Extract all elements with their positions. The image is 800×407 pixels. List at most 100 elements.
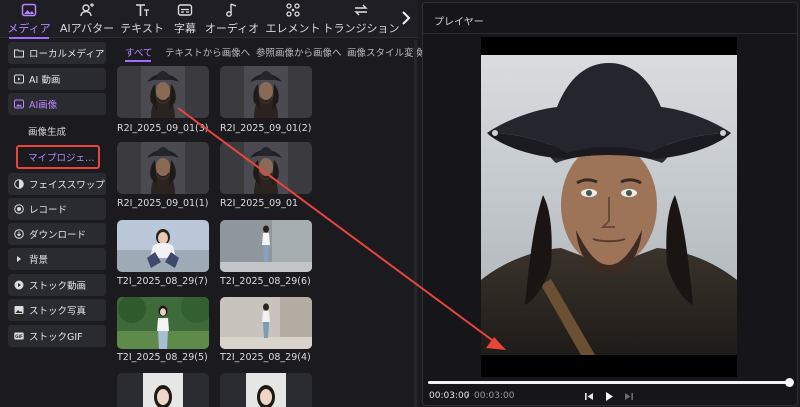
subtab-style-transfer[interactable]: 画像スタイル変換 (347, 45, 423, 59)
girl-image (117, 373, 209, 407)
media-scrollbar[interactable] (414, 40, 417, 407)
pirate-preview-image (481, 55, 737, 355)
sidebar-item-ai-image[interactable]: AI画像 (8, 93, 106, 115)
media-caption: R2I_2025_09_01(3) (117, 123, 209, 134)
sidebar-item-record[interactable]: レコード (8, 198, 106, 220)
media-caption: R2I_2025_09_01 (220, 198, 299, 209)
media-caption: T2I_2025_08_29(5) (117, 352, 208, 363)
tab-element-label: エレメント (265, 22, 321, 35)
media-caption: T2I_2025_08_29(7) (117, 276, 208, 287)
divider (423, 33, 797, 34)
tab-transition-label: トランジション (322, 22, 400, 35)
sidebar-subitem-label: マイプロジェ… (28, 153, 95, 164)
media-caption: R2I_2025_09_01(2) (220, 123, 312, 134)
tab-media-label: メディア (7, 22, 51, 35)
sidebar-subitem-my-project[interactable]: マイプロジェ… (16, 145, 100, 169)
media-icon (21, 3, 37, 17)
pirate-image (117, 66, 209, 118)
girl-image (220, 220, 312, 272)
text-icon (136, 4, 149, 16)
sidebar-item-stock-photo[interactable]: ストック写真 (8, 299, 106, 321)
sidebar-item-label: AI 動画 (29, 75, 61, 86)
tab-caption-label: 字幕 (174, 22, 196, 35)
media-thumbnail[interactable] (117, 297, 209, 349)
avatar-icon (80, 3, 94, 17)
face-swap-icon (14, 179, 24, 189)
tab-audio-label: オーディオ (204, 22, 260, 35)
step-back-icon[interactable] (584, 391, 594, 402)
sidebar-item-label: 背景 (29, 255, 49, 266)
step-forward-icon[interactable] (624, 391, 634, 402)
media-caption: T2I_2025_08_29(4) (220, 352, 311, 363)
tab-ai-avatar-label: AIアバター (59, 22, 115, 35)
sidebar-item-label: ローカルメディア (29, 49, 105, 60)
tab-transition[interactable]: トランジション (323, 2, 400, 36)
top-toolbar: メディア AIアバター テキスト 字幕 オーディオ エレメント トランジション (0, 0, 418, 39)
tab-text[interactable]: テキスト (120, 2, 164, 36)
caption-icon (177, 4, 193, 16)
total-time: 00:03:00 (474, 391, 515, 401)
record-icon (14, 204, 24, 214)
sidebar-item-label: ストック写真 (29, 306, 87, 317)
transition-icon (354, 4, 368, 16)
girl-image (220, 297, 312, 349)
sidebar-item-background[interactable]: 背景 (8, 248, 106, 270)
media-thumbnail[interactable] (117, 373, 209, 407)
tab-text-label: テキスト (120, 22, 164, 35)
media-thumbnail[interactable] (117, 142, 209, 194)
media-thumbnail[interactable] (117, 66, 209, 118)
media-thumbnail[interactable] (220, 220, 312, 272)
sidebar-item-ai-video[interactable]: AI 動画 (8, 68, 106, 90)
girl-image (117, 220, 209, 272)
sidebar-item-download[interactable]: ダウンロード (8, 223, 106, 245)
tab-media[interactable]: メディア (6, 2, 52, 39)
media-caption: R2I_2025_09_01(1) (117, 198, 209, 209)
tab-audio[interactable]: オーディオ (204, 2, 260, 36)
pirate-image (220, 142, 312, 194)
gif-icon: GIF (14, 332, 24, 340)
play-icon[interactable] (604, 391, 614, 402)
sidebar-item-label: ストックGIF (29, 332, 83, 343)
download-icon (14, 229, 24, 239)
play-icon (14, 280, 24, 290)
subtab-reference-to-image[interactable]: 参照画像から画像へ (256, 45, 342, 59)
sidebar-item-label: ダウンロード (29, 230, 87, 241)
sidebar-item-stock-gif[interactable]: GIF ストックGIF (8, 325, 106, 347)
folder-icon (14, 49, 24, 58)
music-icon (226, 3, 237, 17)
element-icon (286, 3, 300, 17)
sidebar-item-label: ストック動画 (29, 281, 87, 292)
triangle-right-icon (17, 256, 21, 262)
media-thumbnail[interactable] (220, 142, 312, 194)
sidebar-subitem-image-generate[interactable]: 画像生成 (28, 124, 66, 138)
timeline-progress (428, 381, 790, 384)
pirate-image (117, 142, 209, 194)
girl-image (117, 297, 209, 349)
sidebar-item-face-swap[interactable]: フェイススワップ (8, 173, 106, 195)
media-thumbnail[interactable] (220, 66, 312, 118)
media-thumbnail[interactable] (220, 297, 312, 349)
subtab-text-to-image[interactable]: テキストから画像へ (165, 45, 250, 59)
pirate-image (220, 66, 312, 118)
sidebar-item-local-media[interactable]: ローカルメディア (8, 42, 106, 64)
media-thumbnail[interactable] (117, 220, 209, 272)
time-separator: / (466, 391, 470, 401)
tab-ai-avatar[interactable]: AIアバター (59, 2, 115, 36)
ai-image-icon (14, 99, 24, 109)
tab-element[interactable]: エレメント (264, 2, 322, 36)
girl-image (220, 373, 312, 407)
sidebar-item-label: レコード (29, 205, 68, 216)
ai-video-icon (14, 74, 24, 84)
player-title: プレイヤー (434, 17, 484, 28)
svg-text:GIF: GIF (15, 334, 23, 339)
photo-icon (14, 306, 24, 314)
media-caption: T2I_2025_08_29(6) (220, 276, 311, 287)
sidebar-item-stock-video[interactable]: ストック動画 (8, 274, 106, 296)
subtab-all[interactable]: すべて (125, 45, 152, 59)
current-time: 00:03:00 (429, 391, 470, 401)
tab-caption[interactable]: 字幕 (170, 2, 200, 36)
timeline-scrubber[interactable] (785, 378, 794, 387)
chevron-right-icon[interactable] (398, 8, 414, 28)
media-thumbnail[interactable] (220, 373, 312, 407)
subtab-active-indicator (125, 60, 151, 62)
